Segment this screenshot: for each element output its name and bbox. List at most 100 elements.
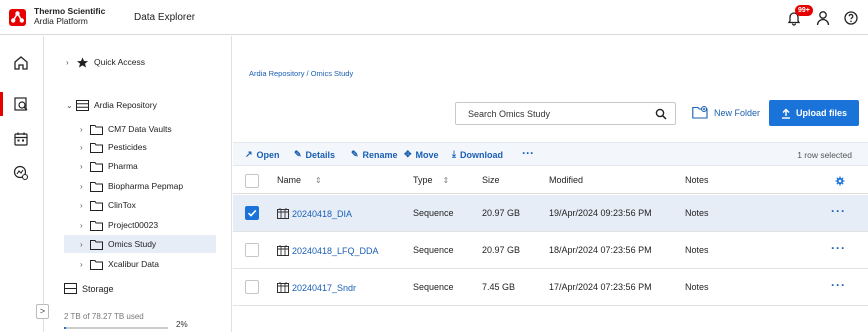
icon-rail	[0, 36, 44, 332]
data-explorer-icon[interactable]	[12, 95, 30, 113]
row-name-link[interactable]: 20240418_DIA	[277, 208, 352, 219]
tree-item-label: Project00023	[108, 220, 159, 230]
row-name: 20240418_DIA	[292, 208, 353, 219]
download-button[interactable]: ⤓ Download	[452, 149, 503, 160]
row-name-link[interactable]: 20240417_Sndr	[277, 282, 356, 293]
folder-icon	[90, 181, 103, 192]
new-folder-button[interactable]: New Folder	[692, 106, 760, 119]
chevron-right-icon[interactable]: ›	[80, 143, 90, 152]
tree-item-label: Biopharma Pepmap	[108, 181, 184, 191]
chevron-right-icon[interactable]: ›	[80, 201, 90, 210]
upload-files-label: Upload files	[795, 108, 847, 118]
tree-item-label: Ardia Repository	[94, 100, 157, 110]
chevron-right-icon[interactable]: ›	[80, 221, 90, 230]
column-header-modified[interactable]: Modified	[549, 175, 583, 185]
home-icon[interactable]	[12, 54, 30, 72]
analytics-icon[interactable]	[12, 164, 30, 182]
chevron-right-icon[interactable]: ›	[66, 58, 76, 67]
select-all-checkbox[interactable]	[245, 174, 259, 188]
tree-item-cm7-data-vaults[interactable]: › CM7 Data Vaults	[80, 120, 172, 138]
move-label: Move	[415, 149, 439, 160]
row-type: Sequence	[413, 282, 454, 292]
table-row[interactable]: 20240418_LFQ_DDA Sequence 20.97 GB 18/Ap…	[233, 232, 868, 269]
row-name: 20240418_LFQ_DDA	[292, 245, 379, 256]
download-label: Download	[459, 149, 503, 160]
tree-item-pesticides[interactable]: › Pesticides	[80, 138, 147, 156]
chevron-right-icon[interactable]: ›	[80, 260, 90, 269]
pencil-icon: ✎	[351, 149, 359, 159]
table-row[interactable]: 20240417_Sndr Sequence 7.45 GB 17/Apr/20…	[233, 269, 868, 306]
column-header-type[interactable]: Type ⇕	[413, 175, 449, 185]
folder-icon	[90, 220, 103, 231]
tree-item-label: Quick Access	[94, 57, 146, 67]
move-button[interactable]: ✥ Move	[404, 149, 439, 160]
rename-label: Rename	[362, 149, 398, 160]
details-label: Details	[305, 149, 336, 160]
chevron-down-icon[interactable]: ⌄	[66, 101, 76, 110]
new-folder-label: New Folder	[714, 107, 761, 118]
tree-item-xcalibur-data[interactable]: › Xcalibur Data	[80, 255, 159, 273]
row-modified: 19/Apr/2024 09:23:56 PM	[549, 208, 652, 218]
action-toolbar: ↗ Open ✎ Details ✎ Rename ✥ Move ⤓ Download ·…	[233, 142, 868, 166]
row-more-button[interactable]: ···	[831, 204, 846, 218]
folder-icon	[90, 161, 103, 172]
tree-item-ardia-repository[interactable]: ⌄ Ardia Repository	[66, 96, 157, 114]
move-icon: ✥	[404, 149, 412, 159]
row-size: 7.45 GB	[482, 282, 516, 292]
chevron-right-icon[interactable]: ›	[80, 182, 90, 191]
details-button[interactable]: ✎ Details	[294, 149, 335, 160]
sequence-icon	[277, 282, 289, 293]
row-type: Sequence	[413, 245, 454, 255]
tree-item-label: Pharma	[108, 161, 138, 171]
row-checkbox[interactable]	[245, 243, 259, 257]
thermo-logo-icon[interactable]	[9, 9, 26, 26]
row-more-button[interactable]: ···	[831, 241, 846, 255]
chevron-right-icon[interactable]: ›	[80, 240, 90, 249]
rename-button[interactable]: ✎ Rename	[351, 149, 398, 160]
storage-section: Storage	[64, 283, 114, 294]
collapse-panel-button[interactable]: >	[36, 304, 49, 319]
user-icon[interactable]	[815, 10, 831, 26]
row-modified: 18/Apr/2024 07:23:56 PM	[549, 245, 652, 255]
chevron-right-icon[interactable]: ›	[80, 125, 90, 134]
column-header-notes[interactable]: Notes	[685, 175, 709, 185]
storage-progress-bar	[64, 327, 168, 329]
column-type-label: Type	[413, 175, 433, 185]
brand-line-2: Ardia Platform	[34, 16, 88, 26]
gear-icon[interactable]	[835, 176, 845, 186]
search-icon[interactable]	[655, 108, 667, 120]
tree-item-label: Xcalibur Data	[108, 259, 160, 269]
breadcrumb[interactable]: Ardia Repository / Omics Study	[249, 69, 353, 78]
sort-icon: ⇕	[442, 176, 450, 185]
tree-item-clintox[interactable]: › ClinTox	[80, 196, 136, 214]
row-checkbox[interactable]	[245, 280, 259, 294]
help-icon[interactable]	[843, 10, 859, 26]
column-header-size[interactable]: Size	[482, 175, 500, 185]
tree-item-label: Omics Study	[108, 239, 157, 249]
tree-item-project00023[interactable]: › Project00023	[80, 216, 158, 234]
table-row[interactable]: 20240418_DIA Sequence 20.97 GB 19/Apr/20…	[233, 195, 868, 232]
star-icon	[76, 57, 89, 68]
column-header-name[interactable]: Name ⇕	[277, 175, 322, 185]
row-name-link[interactable]: 20240418_LFQ_DDA	[277, 245, 379, 256]
chevron-right-icon[interactable]: ›	[80, 162, 90, 171]
row-more-button[interactable]: ···	[831, 278, 846, 292]
storage-used-text: 2 TB of 78.27 TB used	[64, 312, 144, 321]
more-actions-button[interactable]: ···	[522, 146, 534, 160]
tree-item-label: ClinTox	[108, 200, 136, 210]
tree-item-biopharma-pepmap[interactable]: › Biopharma Pepmap	[80, 177, 183, 195]
tree-item-omics-study[interactable]: › Omics Study	[64, 235, 216, 253]
row-checkbox[interactable]	[245, 206, 259, 220]
sequence-icon	[277, 208, 289, 219]
tree-item-quick-access[interactable]: › Quick Access	[66, 53, 145, 71]
search-placeholder: Search Omics Study	[468, 109, 551, 119]
open-button[interactable]: ↗ Open	[245, 149, 280, 160]
new-folder-icon	[692, 106, 708, 119]
calendar-icon[interactable]	[12, 130, 30, 148]
tree-item-pharma[interactable]: › Pharma	[80, 157, 138, 175]
search-input[interactable]: Search Omics Study	[455, 102, 676, 125]
pencil-icon: ✎	[294, 149, 302, 159]
upload-files-button[interactable]: Upload files	[769, 100, 859, 126]
storage-icon	[64, 283, 77, 294]
table-header: Name ⇕ Type ⇕ Size Modified Notes	[233, 167, 868, 194]
